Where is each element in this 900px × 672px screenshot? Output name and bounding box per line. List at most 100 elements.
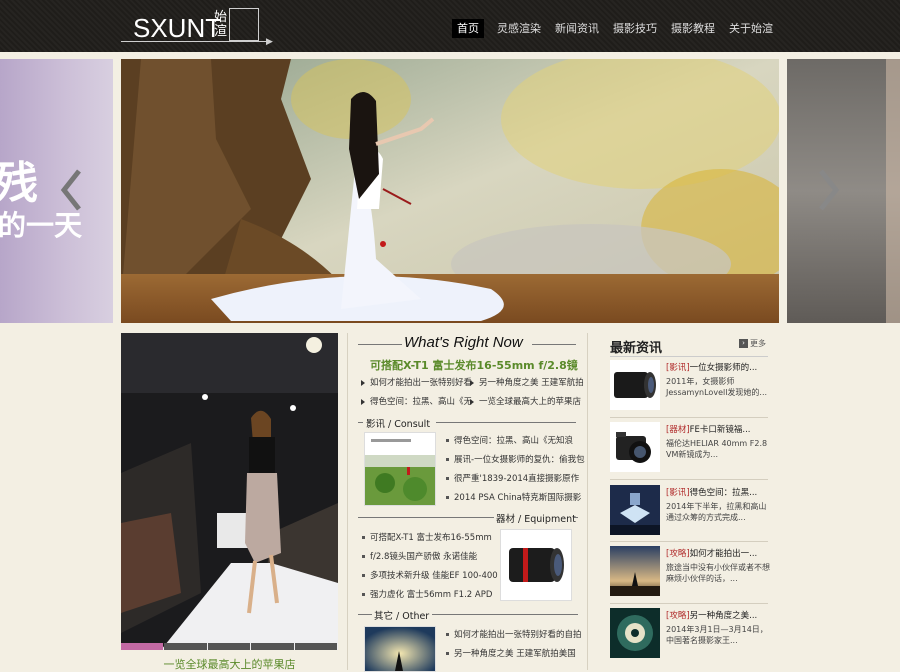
section-title-text: What's Right Now	[404, 334, 523, 351]
news-excerpt: 旅途当中没有小伙伴或者不想麻烦小伙伴的话，...	[666, 563, 770, 583]
consult-list: 得色空间：拉黑、高山《无知浪 展讯-一位女摄影师的复仇：偷我包 很严重'1839…	[446, 432, 585, 508]
section-rule	[358, 422, 363, 423]
equipment-item[interactable]: 可搭配X-T1 富士发布16-55mm	[370, 533, 492, 543]
nav-item-inspiration[interactable]: 灵感渲染	[492, 19, 546, 38]
news-headline[interactable]: 另一种角度之美...	[690, 611, 758, 621]
equipment-item[interactable]: 多项技术新升级 佳能EF 100-400	[370, 571, 498, 581]
news-separator	[610, 417, 768, 418]
link-item[interactable]: 一览全球最高大上的苹果店	[479, 397, 581, 407]
bullet-icon	[446, 458, 449, 461]
nav-item-about[interactable]: 关于始渲	[724, 19, 778, 38]
equipment-list: 可搭配X-T1 富士发布16-55mm f/2.8镜头国产骄傲 永诺佳能 多项技…	[362, 529, 498, 605]
consult-item[interactable]: 展讯-一位女摄影师的复仇：偷我包	[454, 455, 585, 465]
news-item[interactable]: [攻略]如何才能拍出一... 旅途当中没有小伙伴或者不想麻烦小伙伴的话，...	[610, 546, 770, 600]
next-arrow-icon[interactable]	[815, 169, 841, 211]
news-more-label: 更多	[750, 339, 766, 348]
bullet-icon	[470, 398, 474, 405]
slide-dot-active[interactable]	[121, 643, 164, 650]
consult-item[interactable]: 得色空间：拉黑、高山《无知浪	[454, 436, 573, 446]
banner-main-photo[interactable]	[121, 59, 779, 323]
news-item[interactable]: [影讯]得色空间：拉黑... 2014年下半年，拉黑和高山通过众筹的方式完成..…	[610, 485, 770, 539]
bullet-icon	[446, 633, 449, 636]
news-headline[interactable]: 得色空间：拉黑...	[690, 488, 758, 498]
nav-item-news[interactable]: 新闻资讯	[550, 19, 604, 38]
bullet-icon	[362, 593, 365, 596]
nav-item-tutorials[interactable]: 摄影教程	[666, 19, 720, 38]
banner-prev-slide[interactable]: 残 的一天	[0, 59, 113, 323]
bullet-icon	[361, 379, 365, 386]
top-links-right: 另一种角度之美 王建军航拍 一览全球最高大上的苹果店	[470, 374, 584, 412]
bullet-icon	[361, 398, 365, 405]
other-list: 如何才能拍出一张特别好看的自拍 另一种角度之美 王建军航拍美国	[446, 626, 582, 664]
prev-arrow-icon[interactable]	[59, 169, 85, 211]
title-rule	[532, 344, 576, 345]
column-divider	[347, 333, 348, 670]
consult-item[interactable]: 很严重'1839-2014直接摄影原作	[454, 474, 579, 484]
bullet-icon	[362, 555, 365, 558]
bullet-icon	[362, 536, 365, 539]
nav-item-tips[interactable]: 摄影技巧	[608, 19, 662, 38]
equipment-label: 器材 / Equipment	[496, 514, 576, 525]
news-thumbnail[interactable]	[610, 422, 660, 472]
title-rule	[358, 344, 402, 345]
other-item[interactable]: 如何才能拍出一张特别好看的自拍	[454, 630, 582, 640]
news-tag: [影讯]	[666, 488, 690, 498]
feature-photo[interactable]	[121, 333, 338, 650]
slide-dot[interactable]	[164, 643, 207, 650]
news-more-link[interactable]: › 更多	[739, 338, 766, 349]
slide-dot[interactable]	[251, 643, 294, 650]
news-thumbnail[interactable]	[610, 608, 660, 658]
bullet-icon	[362, 574, 365, 577]
other-item[interactable]: 另一种角度之美 王建军航拍美国	[454, 649, 576, 659]
news-thumbnail[interactable]	[610, 360, 660, 410]
news-headline[interactable]: FE卡口新镜福...	[690, 425, 751, 435]
headline-link[interactable]: 可搭配X-T1 富士发布16-55mm f/2.8镜	[370, 357, 578, 373]
logo-text: SXUNT	[133, 13, 222, 43]
other-thumbnail[interactable]	[364, 626, 436, 672]
section-rule	[358, 517, 494, 518]
news-item[interactable]: [器材]FE卡口新镜福... 福伦达HELIAR 40mm F2.8 VM新镜成…	[610, 422, 770, 476]
news-separator	[610, 603, 768, 604]
news-separator	[610, 479, 768, 480]
bullet-icon	[470, 379, 474, 386]
link-item[interactable]: 如何才能拍出一张特别好看	[370, 378, 472, 388]
prev-slide-title: 残	[0, 158, 38, 209]
section-title: What's Right Now	[358, 334, 576, 353]
top-links: 如何才能拍出一张特别好看 得色空间：拉黑、高山《无	[361, 374, 472, 412]
equipment-item[interactable]: f/2.8镜头国产骄傲 永诺佳能	[370, 552, 477, 562]
news-tag: [攻略]	[666, 611, 690, 621]
news-thumbnail[interactable]	[610, 485, 660, 535]
bullet-icon	[446, 652, 449, 655]
equipment-item[interactable]: 强力虚化 富士56mm F1.2 APD	[370, 590, 492, 600]
consult-label: 影讯 / Consult	[366, 419, 431, 430]
news-item[interactable]: [攻略]另一种角度之美... 2014年3月1日—3月14日，中国著名摄影家王.…	[610, 608, 770, 662]
site-logo[interactable]: SXUNT 始渲 ▶	[121, 6, 273, 47]
logo-frame	[229, 8, 259, 41]
banner-next-slide[interactable]	[787, 59, 900, 323]
logo-arrow-icon: ▶	[266, 37, 273, 47]
link-item[interactable]: 另一种角度之美 王建军航拍	[479, 378, 584, 388]
news-excerpt: 2014年3月1日—3月14日，中国著名摄影家王...	[666, 625, 768, 645]
news-excerpt: 2014年下半年，拉黑和高山通过众筹的方式完成...	[666, 502, 767, 522]
link-item[interactable]: 得色空间：拉黑、高山《无	[370, 397, 472, 407]
news-tag: [影讯]	[666, 363, 690, 373]
equipment-thumbnail[interactable]	[500, 529, 572, 601]
bullet-icon	[446, 439, 449, 442]
news-excerpt: 2011年，女摄影师 JessamynLovell发现她的...	[666, 377, 768, 397]
section-rule	[436, 422, 576, 423]
other-label: 其它 / Other	[374, 611, 430, 622]
news-thumbnail[interactable]	[610, 546, 660, 596]
slide-dot[interactable]	[207, 643, 251, 650]
section-rule	[432, 614, 578, 615]
nav-item-home[interactable]: 首页	[452, 19, 484, 38]
logo-cn-text: 始渲	[214, 10, 228, 39]
consult-item[interactable]: 2014 PSA China特克斯国际摄影	[454, 493, 581, 503]
news-item[interactable]: [影讯]一位女摄影师的... 2011年，女摄影师 JessamynLovell…	[610, 360, 770, 414]
news-tag: [攻略]	[666, 549, 690, 559]
news-headline[interactable]: 一位女摄影师的...	[690, 363, 758, 373]
news-separator	[610, 541, 768, 542]
news-section-title: 最新资讯	[610, 341, 663, 356]
consult-thumbnail[interactable]	[364, 432, 436, 506]
slide-dot[interactable]	[294, 643, 338, 650]
news-headline[interactable]: 如何才能拍出一...	[690, 549, 758, 559]
